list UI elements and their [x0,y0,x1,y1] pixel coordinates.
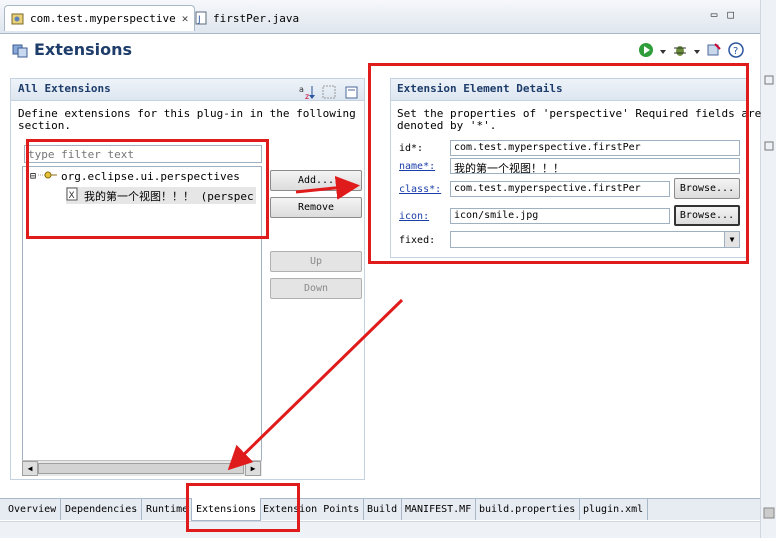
chevron-down-icon[interactable] [660,45,666,58]
section-description: section. [18,119,71,132]
up-button[interactable]: Up [270,251,362,272]
tab-dependencies[interactable]: Dependencies [61,499,143,520]
side-panel-strip [760,0,776,538]
plugin-manifest-icon [11,12,25,26]
tab-manifest-mf[interactable]: MANIFEST.MF [401,499,477,520]
annotation-box-details [368,63,749,264]
tab-build-properties[interactable]: build.properties [475,499,581,520]
scroll-right-button[interactable]: ▶ [245,461,261,476]
chevron-down-icon[interactable] [694,45,700,58]
svg-text:a: a [299,85,304,94]
editor-tab-label: com.test.myperspective [30,12,176,25]
remove-button[interactable]: Remove [270,197,362,218]
minimize-button[interactable]: ▭ [711,8,718,21]
side-panel-icons [763,75,775,519]
annotation-box-tree [26,139,269,239]
maximize-button[interactable]: □ [727,8,734,21]
editor-tab-bar: com.test.myperspective ✕ J firstPer.java… [0,0,760,34]
down-button[interactable]: Down [270,278,362,299]
java-file-icon: J [194,11,208,25]
status-bar [0,521,760,538]
export-wizard-icon[interactable] [706,42,722,61]
section-title: All Extensions [18,82,111,95]
horizontal-scrollbar[interactable]: ◀ ▶ [22,460,262,476]
form-header: Extensions ? [0,34,760,66]
tab-build[interactable]: Build [363,499,403,520]
svg-text:z: z [305,92,309,100]
editor-tab-label: firstPer.java [213,11,300,25]
help-icon[interactable]: ? [728,42,744,61]
extensions-icon [12,42,28,58]
sort-alpha-icon[interactable]: az [298,84,316,103]
annotation-box-extensions-tab [186,483,300,532]
tab-plugin-xml[interactable]: plugin.xml [579,499,649,520]
svg-text:J: J [197,15,201,25]
editor-tab-manifest[interactable]: com.test.myperspective ✕ [4,5,196,31]
expand-all-icon[interactable] [321,84,337,103]
collapse-all-icon[interactable] [345,86,359,103]
page-tab-bar: Overview Dependencies Runtime Extensions… [0,498,760,521]
scroll-left-button[interactable]: ◀ [22,461,38,476]
tab-overview[interactable]: Overview [4,499,62,520]
form-title: Extensions [34,40,133,59]
svg-text:?: ? [733,46,738,57]
add-button[interactable]: Add... [270,170,362,191]
editor-tab-java[interactable]: J firstPer.java [188,5,305,31]
run-icon[interactable] [638,42,654,61]
debug-icon[interactable] [672,42,688,61]
scrollbar-thumb[interactable] [38,463,244,474]
